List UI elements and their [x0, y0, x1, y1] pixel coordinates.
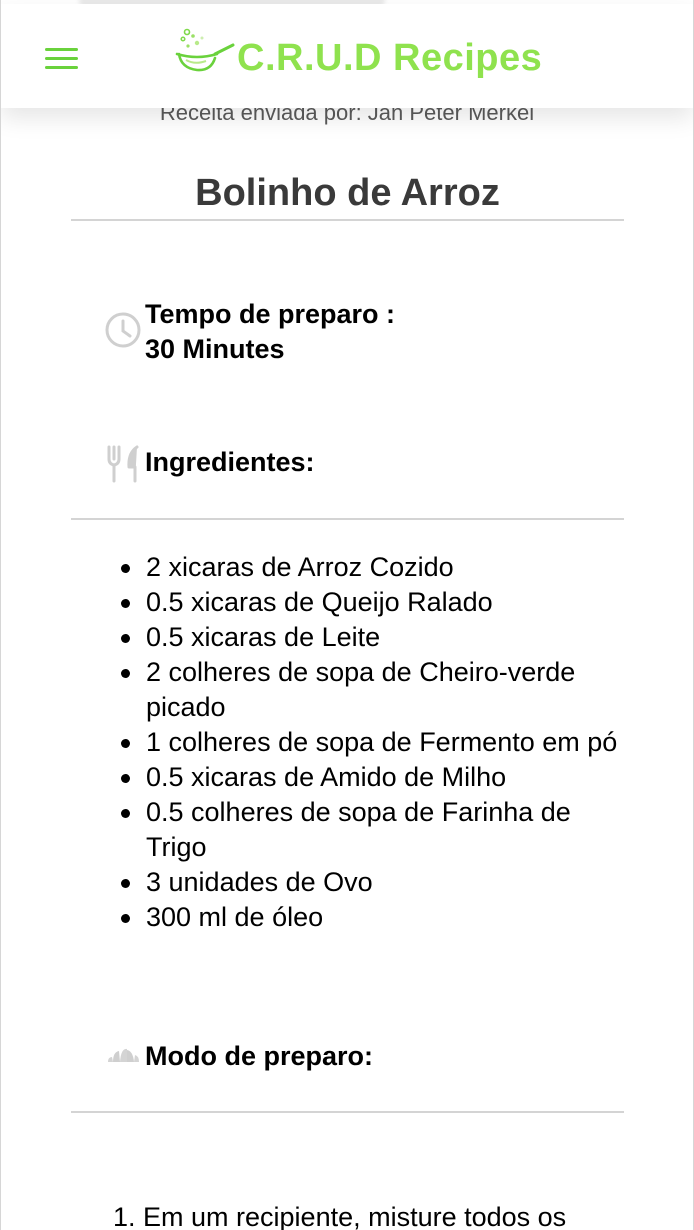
brand-name: C.R.U.D Recipes [237, 36, 543, 79]
prep-time-value: 30 Minutes [145, 334, 285, 364]
fork-knife-icon [105, 445, 145, 488]
ingredient-item: 300 ml de óleo [117, 900, 637, 935]
preparation-heading: Modo de preparo: [145, 1041, 373, 1071]
cooking-pan-icon [175, 28, 235, 72]
ingredient-item: 0.5 xicaras de Leite [117, 620, 637, 655]
ingredient-item: 1 colheres de sopa de Fermento em pó [117, 725, 637, 760]
clock-icon [105, 297, 145, 355]
recipe-page: Receita enviada por: Jan Peter Merkel C.… [0, 0, 694, 1230]
ingredient-item: 0.5 xicaras de Queijo Ralado [117, 585, 637, 620]
hamburger-menu-icon[interactable] [39, 42, 83, 76]
ingredient-item: 2 xicaras de Arroz Cozido [117, 550, 637, 585]
prep-time-label: Tempo de preparo : [145, 299, 396, 329]
preparation-section-heading: Modo de preparo: [105, 1039, 373, 1078]
preparation-steps-list: 1. Em um recipiente, misture todos os [113, 1200, 633, 1230]
ingredient-item: 3 unidades de Ovo [117, 865, 637, 900]
ingredients-section-heading: Ingredientes: [105, 445, 315, 488]
preparation-divider [71, 1111, 624, 1113]
app-header: C.R.U.D Recipes [1, 4, 693, 108]
ingredient-item: 0.5 colheres de sopa de Farinha de Trigo [117, 795, 637, 865]
croissant-icon [105, 1039, 145, 1078]
preparation-step: 1. Em um recipiente, misture todos os [113, 1202, 567, 1230]
ingredient-item: 2 colheres de sopa de Cheiro-verde picad… [117, 655, 637, 725]
ingredients-list: 2 xicaras de Arroz Cozido 0.5 xicaras de … [117, 550, 637, 935]
ingredients-heading: Ingredientes: [145, 447, 315, 477]
title-divider [71, 219, 624, 221]
brand-logo[interactable]: C.R.U.D Recipes [173, 22, 542, 84]
ingredient-item: 0.5 xicaras de Amido de Milho [117, 760, 637, 795]
prep-time-section: Tempo de preparo : 30 Minutes [105, 297, 395, 367]
recipe-title: Bolinho de Arroz [195, 172, 500, 214]
ingredients-divider [71, 518, 624, 520]
